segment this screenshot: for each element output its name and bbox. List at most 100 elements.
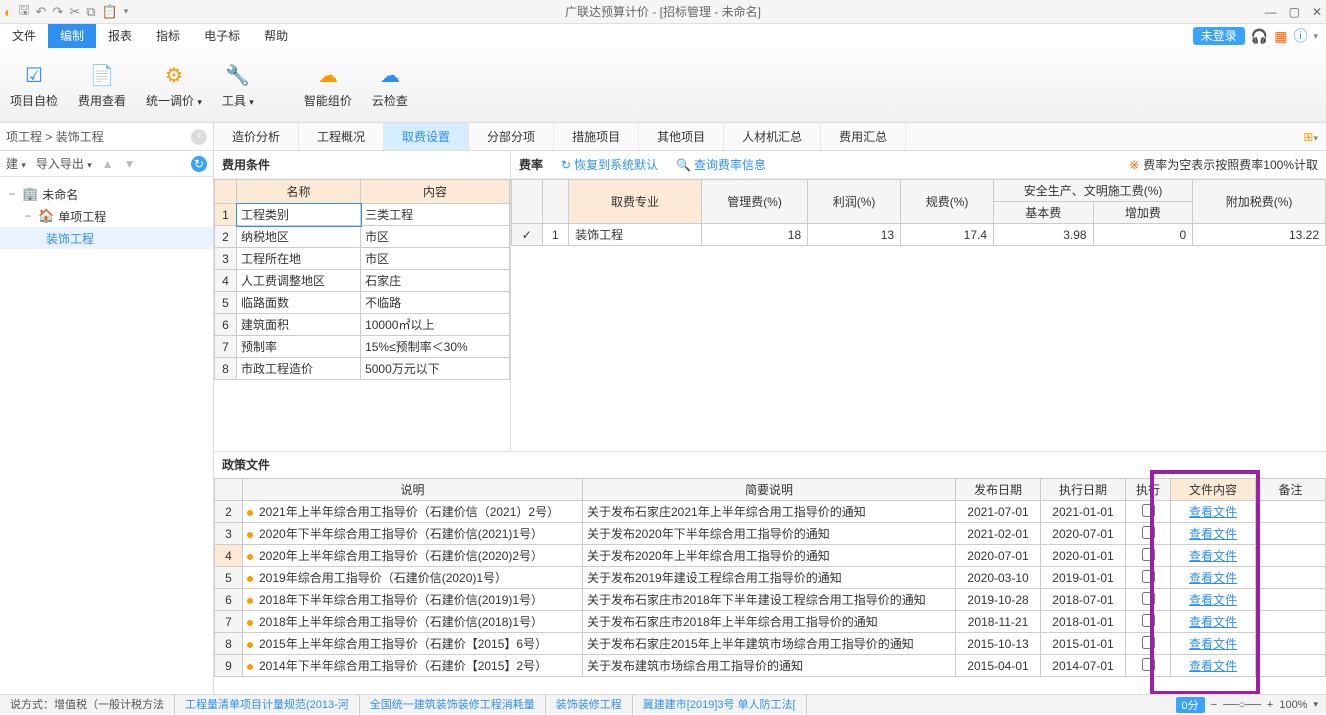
ribbon-cloud-check[interactable]: ☁云检查: [362, 48, 418, 122]
tab-materials[interactable]: 人材机汇总: [724, 123, 821, 150]
redo-icon[interactable]: ↷: [52, 4, 63, 20]
rate-table[interactable]: 取费专业 管理费(%) 利润(%) 规费(%) 安全生产、文明施工费(%) 附加…: [511, 179, 1326, 246]
paste-icon[interactable]: 📋: [102, 4, 118, 20]
view-file-link[interactable]: 查看文件: [1171, 545, 1256, 567]
up-icon[interactable]: ▲: [102, 157, 114, 171]
cond-value[interactable]: 三类工程: [361, 204, 510, 226]
policy-exec-date: 2020-07-01: [1041, 523, 1126, 545]
cond-name[interactable]: 预制率: [237, 336, 361, 358]
apps-icon[interactable]: ▦: [1274, 28, 1287, 45]
settings-icon[interactable]: ⊞▾: [1295, 123, 1326, 150]
zoom-in-icon[interactable]: +: [1267, 699, 1273, 711]
refresh-icon[interactable]: ↻: [191, 156, 207, 172]
menu-ebid[interactable]: 电子标: [192, 24, 252, 48]
score-badge[interactable]: 0分: [1176, 697, 1205, 713]
ribbon-fee-view[interactable]: 📄费用查看: [68, 48, 136, 122]
policy-desc[interactable]: 2020年下半年综合用工指导价（石建价信(2021)1号）: [243, 523, 583, 545]
policy-desc[interactable]: 2014年下半年综合用工指导价（石建价【2015】2号）: [243, 655, 583, 677]
cond-name[interactable]: 人工费调整地区: [237, 270, 361, 292]
policy-exec-check[interactable]: [1126, 545, 1171, 567]
policy-desc[interactable]: 2020年上半年综合用工指导价（石建价信(2020)2号）: [243, 545, 583, 567]
policy-desc[interactable]: 2015年上半年综合用工指导价（石建价【2015】6号）: [243, 633, 583, 655]
tree-root[interactable]: −🏢未命名: [0, 183, 213, 205]
menu-compile[interactable]: 编制: [48, 24, 96, 48]
tab-project-overview[interactable]: 工程概况: [299, 123, 384, 150]
tab-other[interactable]: 其他项目: [639, 123, 724, 150]
cond-value[interactable]: 石家庄: [361, 270, 510, 292]
collapse-icon[interactable]: ‹: [191, 129, 207, 145]
cond-value[interactable]: 不临路: [361, 292, 510, 314]
policy-exec-date: 2014-07-01: [1041, 655, 1126, 677]
policy-exec-check[interactable]: [1126, 501, 1171, 523]
cond-value[interactable]: 市区: [361, 248, 510, 270]
view-file-link[interactable]: 查看文件: [1171, 655, 1256, 677]
maximize-icon[interactable]: ▢: [1289, 5, 1300, 19]
view-file-link[interactable]: 查看文件: [1171, 567, 1256, 589]
view-file-link[interactable]: 查看文件: [1171, 633, 1256, 655]
policy-exec-check[interactable]: [1126, 611, 1171, 633]
ribbon-smart-price[interactable]: ☁智能组价: [294, 48, 362, 122]
tab-subdivision[interactable]: 分部分项: [469, 123, 554, 150]
menu-index[interactable]: 指标: [144, 24, 192, 48]
tree-sub-project[interactable]: −🏠单项工程: [0, 205, 213, 227]
zoom-out-icon[interactable]: −: [1211, 699, 1217, 711]
cond-value[interactable]: 5000万元以下: [361, 358, 510, 380]
cond-name[interactable]: 临路面数: [237, 292, 361, 314]
view-file-link[interactable]: 查看文件: [1171, 501, 1256, 523]
cut-icon[interactable]: ✂: [69, 4, 80, 20]
tree-decoration[interactable]: 装饰工程: [0, 227, 213, 249]
tab-fee-settings[interactable]: 取费设置: [384, 123, 469, 150]
policy-table[interactable]: 说明 简要说明 发布日期 执行日期 执行 文件内容 备注 2 2021年上半年综…: [214, 478, 1326, 677]
close-icon[interactable]: ✕: [1312, 5, 1322, 19]
rate-row-check[interactable]: ✓: [512, 224, 543, 246]
policy-brief: 关于发布2019年建设工程综合用工指导价的通知: [583, 567, 956, 589]
view-file-link[interactable]: 查看文件: [1171, 589, 1256, 611]
menu-report[interactable]: 报表: [96, 24, 144, 48]
cond-name[interactable]: 建筑面积: [237, 314, 361, 336]
cond-name[interactable]: 工程所在地: [237, 248, 361, 270]
tab-cost-analysis[interactable]: 造价分析: [214, 123, 299, 150]
policy-brief: 关于发布2020年上半年综合用工指导价的通知: [583, 545, 956, 567]
query-rate-button[interactable]: 🔍查询费率信息: [676, 156, 766, 173]
policy-desc[interactable]: 2019年综合用工指导价（石建价信(2020)1号）: [243, 567, 583, 589]
copy-icon[interactable]: ⧉: [86, 4, 95, 20]
policy-brief: 关于发布石家庄2021年上半年综合用工指导价的通知: [583, 501, 956, 523]
info-icon[interactable]: ⓘ: [1293, 26, 1307, 46]
policy-exec-check[interactable]: [1126, 567, 1171, 589]
ribbon-tools[interactable]: 🔧工具 ▾: [212, 48, 264, 122]
more-icon[interactable]: ▾: [124, 6, 129, 17]
view-file-link[interactable]: 查看文件: [1171, 523, 1256, 545]
view-file-link[interactable]: 查看文件: [1171, 611, 1256, 633]
save-icon[interactable]: 🖫: [18, 1, 29, 23]
policy-desc[interactable]: 2018年上半年综合用工指导价（石建价信(2018)1号）: [243, 611, 583, 633]
cond-value[interactable]: 10000㎡以上: [361, 314, 510, 336]
policy-exec-check[interactable]: [1126, 523, 1171, 545]
policy-pub-date: 2021-07-01: [956, 501, 1041, 523]
policy-exec-check[interactable]: [1126, 655, 1171, 677]
down-icon[interactable]: ▼: [124, 157, 136, 171]
tab-fee-summary[interactable]: 费用汇总: [821, 123, 906, 150]
cond-table[interactable]: 名称内容 1工程类别三类工程2纳税地区市区3工程所在地市区4人工费调整地区石家庄…: [214, 179, 510, 380]
cond-name[interactable]: 工程类别: [237, 204, 361, 226]
menu-file[interactable]: 文件: [0, 24, 48, 48]
headset-icon[interactable]: 🎧: [1251, 28, 1268, 45]
import-export-button[interactable]: 导入导出 ▾: [36, 155, 92, 172]
ribbon-self-check[interactable]: ☑项目自检: [0, 48, 68, 122]
login-button[interactable]: 未登录: [1193, 27, 1245, 45]
policy-desc[interactable]: 2021年上半年综合用工指导价（石建价信（2021）2号）: [243, 501, 583, 523]
menu-help[interactable]: 帮助: [252, 24, 300, 48]
ribbon-adjust-price[interactable]: ⚙统一调价 ▾: [136, 48, 212, 122]
cond-name[interactable]: 市政工程造价: [237, 358, 361, 380]
policy-exec-check[interactable]: [1126, 633, 1171, 655]
minimize-icon[interactable]: —: [1265, 5, 1277, 19]
cond-value[interactable]: 市区: [361, 226, 510, 248]
new-button[interactable]: 建 ▾: [6, 155, 26, 172]
restore-default-button[interactable]: ↻恢复到系统默认: [561, 156, 658, 173]
tab-measures[interactable]: 措施项目: [554, 123, 639, 150]
cond-value[interactable]: 15%≤预制率＜30%: [361, 336, 510, 358]
dropdown-icon[interactable]: ▾: [1313, 31, 1318, 42]
cond-name[interactable]: 纳税地区: [237, 226, 361, 248]
policy-desc[interactable]: 2018年下半年综合用工指导价（石建价信(2019)1号）: [243, 589, 583, 611]
undo-icon[interactable]: ↶: [36, 4, 47, 20]
policy-exec-check[interactable]: [1126, 589, 1171, 611]
